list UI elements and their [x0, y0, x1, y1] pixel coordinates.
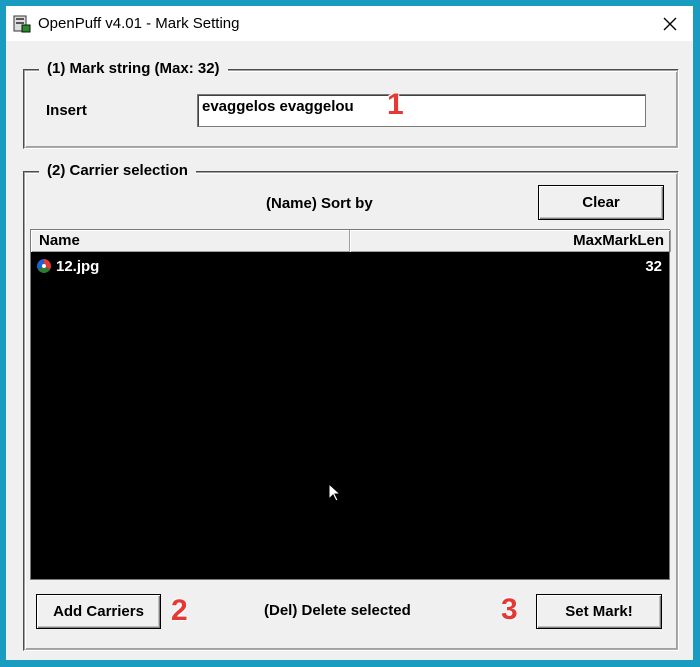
clear-button[interactable]: Clear	[538, 185, 664, 220]
insert-label: Insert	[46, 102, 87, 119]
mark-string-legend: (1) Mark string (Max: 32)	[39, 60, 228, 77]
add-carriers-button[interactable]: Add Carriers	[36, 594, 161, 629]
carrier-list[interactable]: Name MaxMarkLen 12.jpg 32	[30, 229, 671, 580]
column-header-name-label: Name	[39, 232, 80, 249]
carrier-selection-legend: (2) Carrier selection	[39, 162, 196, 179]
title-bar[interactable]: OpenPuff v4.01 - Mark Setting	[6, 6, 693, 41]
set-mark-button[interactable]: Set Mark!	[536, 594, 662, 629]
carrier-name: 12.jpg	[56, 258, 100, 275]
column-header-maxmarklen[interactable]: MaxMarkLen	[350, 230, 671, 252]
carrier-maxmarklen: 32	[645, 258, 662, 275]
column-header-name[interactable]: Name	[31, 230, 350, 252]
mark-string-input[interactable]: evaggelos evaggelou	[197, 94, 646, 127]
close-button[interactable]	[647, 6, 693, 41]
sort-by-label[interactable]: (Name) Sort by	[266, 195, 373, 212]
carrier-list-header: Name MaxMarkLen	[31, 230, 671, 252]
close-icon	[663, 17, 677, 30]
window-title: OpenPuff v4.01 - Mark Setting	[38, 15, 240, 32]
openpuff-app-icon	[13, 15, 31, 33]
annotation-1: 1	[387, 88, 404, 121]
annotation-2: 2	[171, 594, 188, 627]
list-item[interactable]: 12.jpg 32	[31, 257, 669, 277]
image-file-icon	[37, 259, 51, 273]
annotation-3: 3	[501, 593, 518, 626]
mark-setting-window: OpenPuff v4.01 - Mark Setting (1) Mark s…	[6, 6, 693, 660]
column-header-maxmarklen-label: MaxMarkLen	[573, 232, 664, 249]
mouse-cursor-icon	[328, 483, 342, 502]
delete-selected-hint: (Del) Delete selected	[264, 602, 411, 619]
